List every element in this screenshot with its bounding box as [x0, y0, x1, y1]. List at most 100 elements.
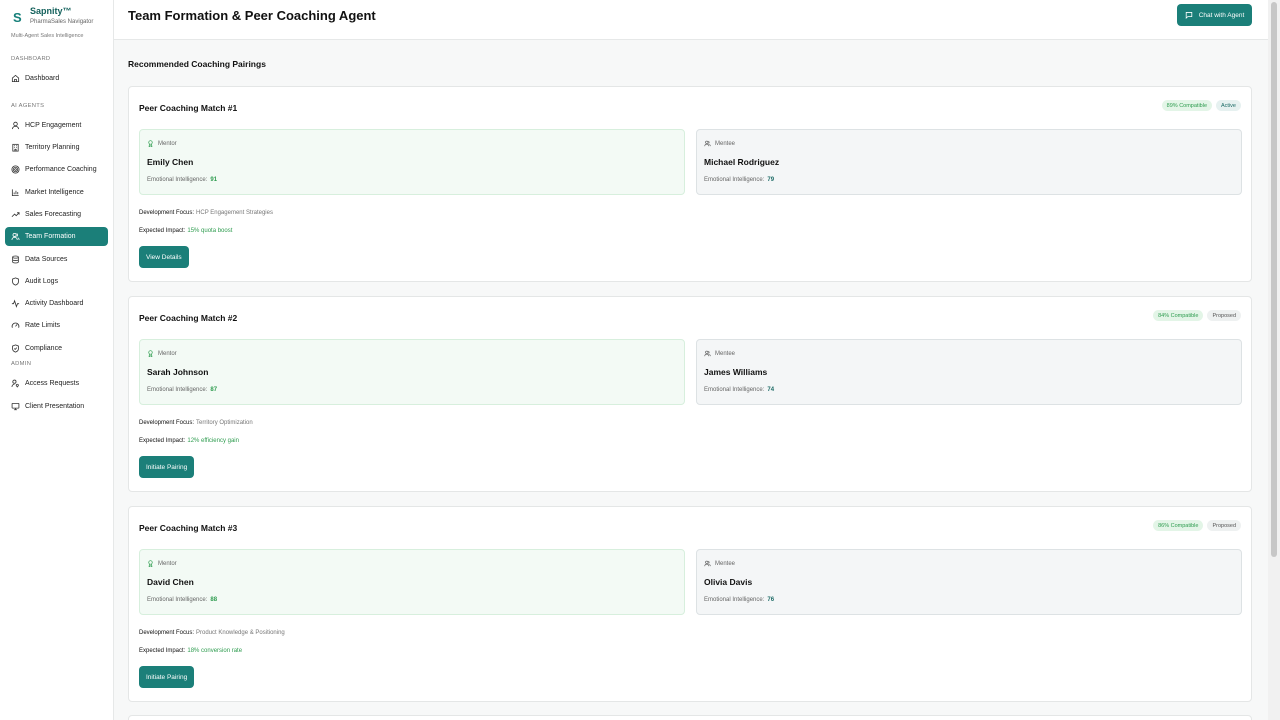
- sidebar-item-label: Compliance: [25, 345, 62, 352]
- mentor-ei: Emotional Intelligence: 88: [147, 597, 218, 603]
- chat-button-label: Chat with Agent: [1198, 11, 1245, 19]
- impact-value: 18% conversion rate: [187, 648, 243, 654]
- nav-section-admin: ADMIN: [11, 361, 32, 367]
- sidebar-item-dashboard[interactable]: Dashboard: [5, 69, 108, 88]
- mentor-ei-value: 91: [210, 177, 218, 183]
- sidebar-item-label: Performance Coaching: [25, 166, 97, 173]
- brand-tagline: Multi-Agent Sales Intelligence: [11, 33, 84, 39]
- sidebar-item-label: Rate Limits: [25, 322, 61, 329]
- users-icon: [704, 350, 711, 357]
- development-focus: Development Focus: Territory Optimization: [139, 420, 253, 426]
- mentor-role: Mentor: [147, 560, 177, 567]
- brand-name: Sapnity™: [30, 6, 72, 16]
- sidebar-item-data-sources[interactable]: Data Sources: [5, 250, 108, 269]
- mentee-role: Mentee: [704, 560, 735, 567]
- match-badges: 89% Compatible Active: [1161, 100, 1241, 111]
- shield-icon: [12, 277, 19, 286]
- sidebar-item-label: Activity Dashboard: [25, 300, 84, 307]
- scrollbar-thumb[interactable]: [1271, 2, 1277, 557]
- brand[interactable]: S Sapnity™ PharmaSales Navigator Multi-A…: [0, 0, 113, 46]
- user-key-icon: [11, 379, 19, 388]
- trending-up-icon: [11, 212, 20, 218]
- page-scrollbar[interactable]: [1268, 0, 1280, 720]
- bar-chart-icon: [11, 189, 19, 197]
- award-icon: [148, 140, 153, 147]
- compatibility-badge: 84% Compatible: [1153, 310, 1204, 321]
- sidebar-item-team-formation[interactable]: Team Formation: [5, 227, 108, 246]
- users-icon: [704, 560, 711, 567]
- initiate-pairing-button[interactable]: Initiate Pairing: [139, 456, 195, 478]
- coaching-match-card: Peer Coaching Match #1 89% Compatible Ac…: [128, 86, 1252, 282]
- database-icon: [12, 255, 19, 264]
- sidebar-item-label: Territory Planning: [25, 144, 80, 151]
- expected-impact: Expected Impact: 15% quota boost: [139, 228, 233, 234]
- mentor-role: Mentor: [147, 350, 177, 357]
- nav-section-ai-agents: AI AGENTS: [11, 103, 45, 109]
- mentor-panel: Mentor Emily Chen Emotional Intelligence…: [139, 129, 685, 195]
- mentor-panel: Mentor Sarah Johnson Emotional Intellige…: [139, 339, 685, 405]
- sidebar-item-rate-limits[interactable]: Rate Limits: [5, 316, 108, 335]
- mentor-panel: Mentor David Chen Emotional Intelligence…: [139, 549, 685, 615]
- section-title: Recommended Coaching Pairings: [128, 59, 266, 69]
- sidebar-item-market-intelligence[interactable]: Market Intelligence: [5, 183, 108, 202]
- brand-subtitle: PharmaSales Navigator: [30, 19, 94, 25]
- match-title: Peer Coaching Match #3: [139, 523, 238, 533]
- target-icon: [11, 165, 20, 174]
- mentor-name: Sarah Johnson: [147, 367, 209, 377]
- sidebar-item-label: Dashboard: [25, 75, 60, 82]
- gauge-icon: [11, 322, 20, 328]
- page-title: Team Formation & Peer Coaching Agent: [128, 8, 376, 23]
- sidebar-item-audit-logs[interactable]: Audit Logs: [5, 272, 108, 291]
- shield-check-icon: [12, 344, 19, 353]
- activity-icon: [11, 299, 20, 308]
- mentee-panel: Mentee James Williams Emotional Intellig…: [696, 339, 1242, 405]
- monitor-icon: [11, 402, 20, 411]
- match-badges: 84% Compatible Proposed: [1153, 310, 1241, 321]
- sidebar-item-label: Team Formation: [25, 233, 76, 240]
- focus-value: Product Knowledge & Positioning: [196, 630, 285, 636]
- mentee-panel: Mentee Olivia Davis Emotional Intelligen…: [696, 549, 1242, 615]
- sidebar-item-activity-dashboard[interactable]: Activity Dashboard: [5, 294, 108, 313]
- match-badges: 86% Compatible Proposed: [1153, 520, 1241, 531]
- status-badge: Proposed: [1207, 310, 1241, 321]
- sidebar-item-sales-forecasting[interactable]: Sales Forecasting: [5, 205, 108, 224]
- mentee-role: Mentee: [704, 140, 735, 147]
- mentee-name: Olivia Davis: [704, 577, 753, 587]
- coaching-match-card: Peer Coaching Match #3 86% Compatible Pr…: [128, 506, 1252, 702]
- mentee-ei: Emotional Intelligence: 74: [704, 387, 775, 393]
- mentor-name: David Chen: [147, 577, 194, 587]
- coaching-match-card: Peer Coaching Match #2 84% Compatible Pr…: [128, 296, 1252, 492]
- next-match-card: [128, 715, 1252, 720]
- impact-value: 12% efficiency gain: [187, 438, 239, 444]
- development-focus: Development Focus: HCP Engagement Strateg…: [139, 210, 273, 216]
- sidebar-item-label: HCP Engagement: [25, 122, 82, 129]
- mentee-ei: Emotional Intelligence: 76: [704, 597, 775, 603]
- message-square-icon: [1185, 12, 1192, 19]
- page-header: Team Formation & Peer Coaching Agent Cha…: [114, 0, 1268, 40]
- users-icon: [11, 232, 20, 240]
- sidebar-item-territory-planning[interactable]: Territory Planning: [5, 138, 108, 157]
- sidebar-item-performance-coaching[interactable]: Performance Coaching: [5, 160, 108, 179]
- view-details-button[interactable]: View Details: [139, 246, 189, 268]
- sidebar-item-hcp-engagement[interactable]: HCP Engagement: [5, 116, 108, 135]
- sidebar-item-compliance[interactable]: Compliance: [5, 339, 108, 358]
- match-title: Peer Coaching Match #1: [139, 103, 238, 113]
- mentee-ei: Emotional Intelligence: 79: [704, 177, 775, 183]
- nav-section-dashboard: DASHBOARD: [11, 56, 51, 62]
- compatibility-badge: 89% Compatible: [1161, 100, 1213, 111]
- expected-impact: Expected Impact: 12% efficiency gain: [139, 438, 239, 444]
- chat-with-agent-button[interactable]: Chat with Agent: [1177, 4, 1252, 26]
- mentor-ei: Emotional Intelligence: 87: [147, 387, 218, 393]
- sidebar-item-access-requests[interactable]: Access Requests: [5, 374, 108, 393]
- sidebar-item-label: Access Requests: [25, 380, 80, 387]
- focus-value: Territory Optimization: [196, 420, 253, 426]
- match-title: Peer Coaching Match #2: [139, 313, 238, 323]
- development-focus: Development Focus: Product Knowledge & Po…: [139, 630, 285, 636]
- award-icon: [148, 560, 153, 567]
- user-icon: [11, 121, 20, 130]
- sidebar-item-client-presentation[interactable]: Client Presentation: [5, 397, 108, 416]
- sidebar-item-label: Market Intelligence: [25, 189, 84, 196]
- award-icon: [148, 350, 153, 357]
- initiate-pairing-button[interactable]: Initiate Pairing: [139, 666, 195, 688]
- focus-value: HCP Engagement Strategies: [196, 210, 273, 216]
